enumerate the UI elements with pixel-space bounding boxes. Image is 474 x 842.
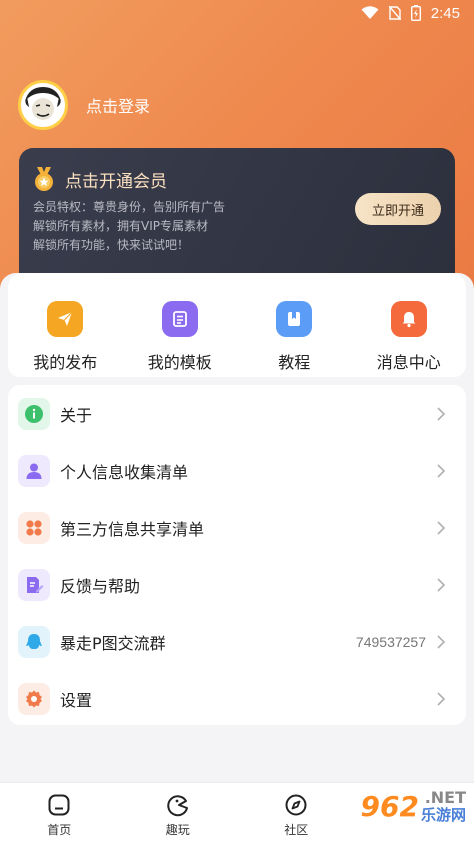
vip-title: 点击开通会员	[65, 171, 167, 192]
menu-item-label: 设置	[60, 690, 93, 710]
tab-label: 首页	[47, 823, 72, 837]
menu-item-about[interactable]: 关于	[8, 385, 466, 442]
compass-icon	[285, 794, 307, 816]
vip-benefit-line: 解锁所有功能，快来试试吧！	[33, 238, 190, 252]
quick-action-label: 消息中心	[376, 353, 441, 372]
qq-group-number: 749537257	[355, 633, 426, 650]
menu-item-label: 个人信息收集清单	[60, 462, 189, 482]
watermark-logo: 962 .NET 乐游网	[360, 788, 466, 824]
fun-icon	[167, 795, 188, 817]
menu-item-label: 反馈与帮助	[60, 576, 141, 596]
chevron-right-icon	[437, 520, 446, 535]
watermark-suffix: .NET	[424, 788, 466, 807]
tab-label: 社区	[284, 823, 309, 837]
quick-action-label: 我的发布	[33, 353, 98, 372]
send-icon	[47, 301, 84, 337]
qq-icon	[18, 625, 50, 658]
meme-face-icon	[21, 83, 65, 127]
menu-item-label: 暴走P图交流群	[60, 633, 166, 653]
quick-action-my-templates[interactable]: 我的模板	[130, 301, 230, 377]
grid-icon	[18, 511, 50, 544]
login-link[interactable]: 点击登录	[86, 93, 150, 117]
tab-label: 趣玩	[165, 823, 190, 837]
menu-item-label: 第三方信息共享清单	[60, 519, 205, 539]
status-bar: 2:45	[0, 0, 474, 26]
menu-item-personal-info-list[interactable]: 个人信息收集清单	[8, 442, 466, 499]
edit-doc-icon	[18, 568, 50, 601]
home-icon	[48, 794, 70, 816]
tab-fun[interactable]: 趣玩	[119, 783, 238, 842]
menu-item-label: 关于	[60, 405, 93, 425]
quick-action-label: 我的模板	[147, 353, 212, 372]
profile-section[interactable]: 点击登录	[18, 80, 150, 130]
quick-action-label: 教程	[278, 353, 311, 372]
person-icon	[18, 454, 50, 487]
avatar[interactable]	[18, 80, 68, 130]
chevron-right-icon	[437, 463, 446, 478]
menu-item-settings[interactable]: 设置	[8, 670, 466, 727]
quick-action-messages[interactable]: 消息中心	[359, 301, 459, 377]
status-time: 2:45	[430, 4, 460, 22]
watermark-text: 乐游网	[420, 806, 466, 824]
chevron-right-icon	[437, 577, 446, 592]
template-icon	[161, 301, 198, 337]
wifi-icon	[361, 6, 379, 19]
tab-community[interactable]: 社区	[237, 783, 356, 842]
settings-menu: 关于 个人信息收集清单 第三方信息共享清单 反馈与帮助 暴走P图交流群 7495…	[8, 385, 466, 725]
bell-icon	[390, 301, 427, 337]
watermark-number: 962	[360, 790, 419, 823]
quick-actions: 我的发布 我的模板 教程 消息中心	[8, 273, 466, 377]
tab-home[interactable]: 首页	[0, 783, 119, 842]
chevron-right-icon	[437, 634, 446, 649]
quick-action-my-posts[interactable]: 我的发布	[15, 301, 115, 377]
no-sim-icon	[388, 6, 401, 20]
quick-action-tutorial[interactable]: 教程	[244, 301, 344, 377]
battery-icon	[410, 5, 421, 21]
menu-item-feedback-help[interactable]: 反馈与帮助	[8, 556, 466, 613]
book-icon	[276, 301, 313, 337]
menu-item-qq-group[interactable]: 暴走P图交流群 749537257	[8, 613, 466, 670]
main-panel: 我的发布 我的模板 教程 消息中心 关于 个人信息收集清单 第三方信息共享清单 …	[0, 273, 474, 785]
vip-medal-icon	[35, 167, 53, 191]
menu-item-third-party-sharing[interactable]: 第三方信息共享清单	[8, 499, 466, 556]
gear-icon	[18, 682, 50, 715]
chevron-right-icon	[437, 691, 446, 706]
chevron-right-icon	[437, 406, 446, 421]
open-vip-button[interactable]: 立即开通	[355, 193, 441, 225]
vip-card[interactable]: 点击开通会员 会员特权：尊贵身份，告别所有广告 解锁所有素材，拥有VIP专属素材…	[19, 148, 455, 288]
info-icon	[18, 397, 50, 430]
